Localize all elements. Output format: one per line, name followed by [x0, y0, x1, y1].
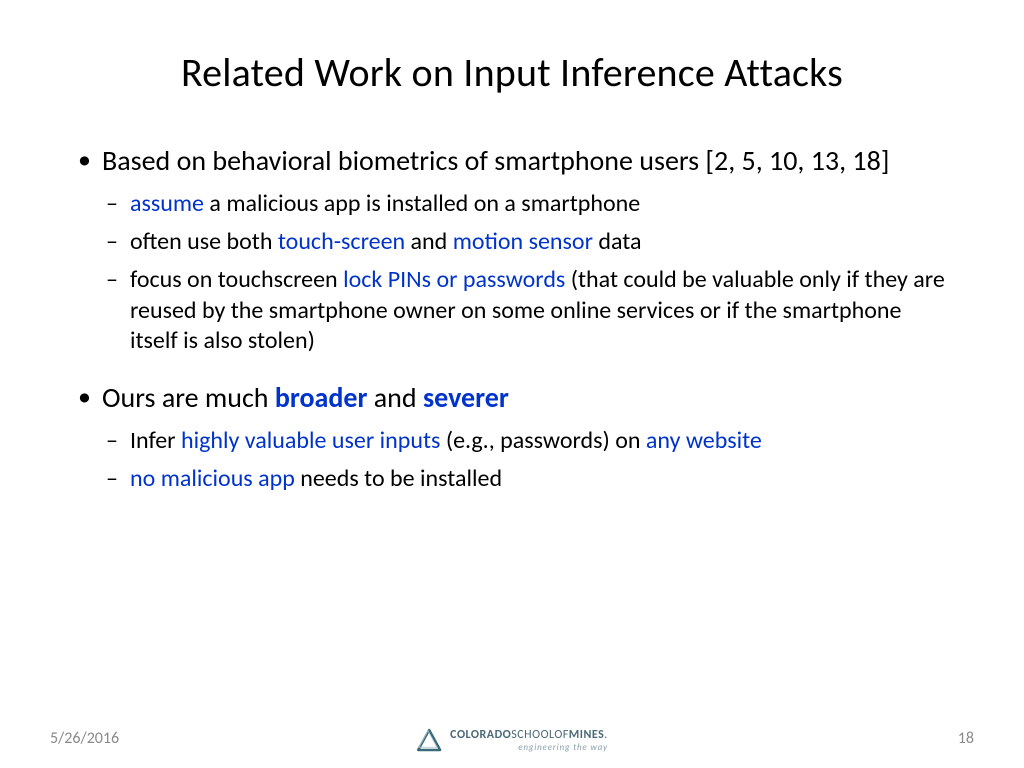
bullet-2-sub-1: Infer highly valuable user inputs (e.g.,…: [102, 426, 952, 456]
footer-page-number: 18: [958, 729, 974, 748]
text: Infer: [130, 426, 181, 455]
kw-severer: severer: [423, 380, 509, 415]
logo-word-colorado: COLORADO: [450, 728, 511, 742]
kw-valuable-inputs: highly valuable user inputs: [181, 426, 440, 455]
kw-motion-sensor: motion sensor: [453, 227, 593, 256]
logo-period: .: [604, 728, 608, 742]
bullet-1-sub-1: assume a malicious app is installed on a…: [102, 189, 952, 219]
bullet-1-sub-2: often use both touch-screen and motion s…: [102, 227, 952, 257]
logo-word-schoolof: SCHOOLOF: [511, 728, 569, 742]
bullet-2-sub-2: no malicious app needs to be installed: [102, 464, 952, 494]
logo-line1: COLORADOSCHOOLOFMINES.: [450, 729, 608, 741]
slide: Related Work on Input Inference Attacks …: [0, 0, 1024, 768]
footer-date: 5/26/2016: [50, 729, 119, 748]
text: Ours are much: [102, 380, 275, 415]
footer-logo: COLORADOSCHOOLOFMINES. engineering the w…: [416, 728, 608, 752]
kw-no-malicious-app: no malicious app: [130, 464, 295, 493]
bullet-1-sub-3: focus on touchscreen lock PINs or passwo…: [102, 265, 952, 356]
bullet-list: Based on behavioral biometrics of smartp…: [72, 143, 952, 494]
bullet-1-text: Based on behavioral biometrics of smartp…: [102, 143, 889, 178]
logo-tagline: engineering the way: [450, 743, 608, 752]
logo-text: COLORADOSCHOOLOFMINES. engineering the w…: [450, 729, 608, 752]
text: a malicious app is installed on a smartp…: [204, 189, 640, 218]
kw-any-website: any website: [646, 426, 762, 455]
footer: 5/26/2016 COLORADOSCHOOLOFMINES. enginee…: [0, 718, 1024, 748]
kw-lock-pins: lock PINs or passwords: [343, 265, 565, 294]
bullet-1-sublist: assume a malicious app is installed on a…: [102, 189, 952, 356]
text: needs to be installed: [295, 464, 502, 493]
text: data: [593, 227, 642, 256]
logo-word-mines: MINES: [569, 728, 605, 742]
text: and: [367, 380, 423, 415]
text: often use both: [130, 227, 278, 256]
bullet-2: Ours are much broader and severer Infer …: [72, 380, 952, 494]
bullet-2-sublist: Infer highly valuable user inputs (e.g.,…: [102, 426, 952, 494]
text: (e.g., passwords) on: [440, 426, 646, 455]
bullet-1: Based on behavioral biometrics of smartp…: [72, 143, 952, 356]
text: and: [405, 227, 453, 256]
slide-title: Related Work on Input Inference Attacks: [72, 48, 952, 97]
kw-broader: broader: [275, 380, 368, 415]
kw-assume: assume: [130, 189, 204, 218]
triangle-icon: [416, 728, 442, 752]
kw-touchscreen: touch-screen: [278, 227, 405, 256]
text: focus on touchscreen: [130, 265, 343, 294]
